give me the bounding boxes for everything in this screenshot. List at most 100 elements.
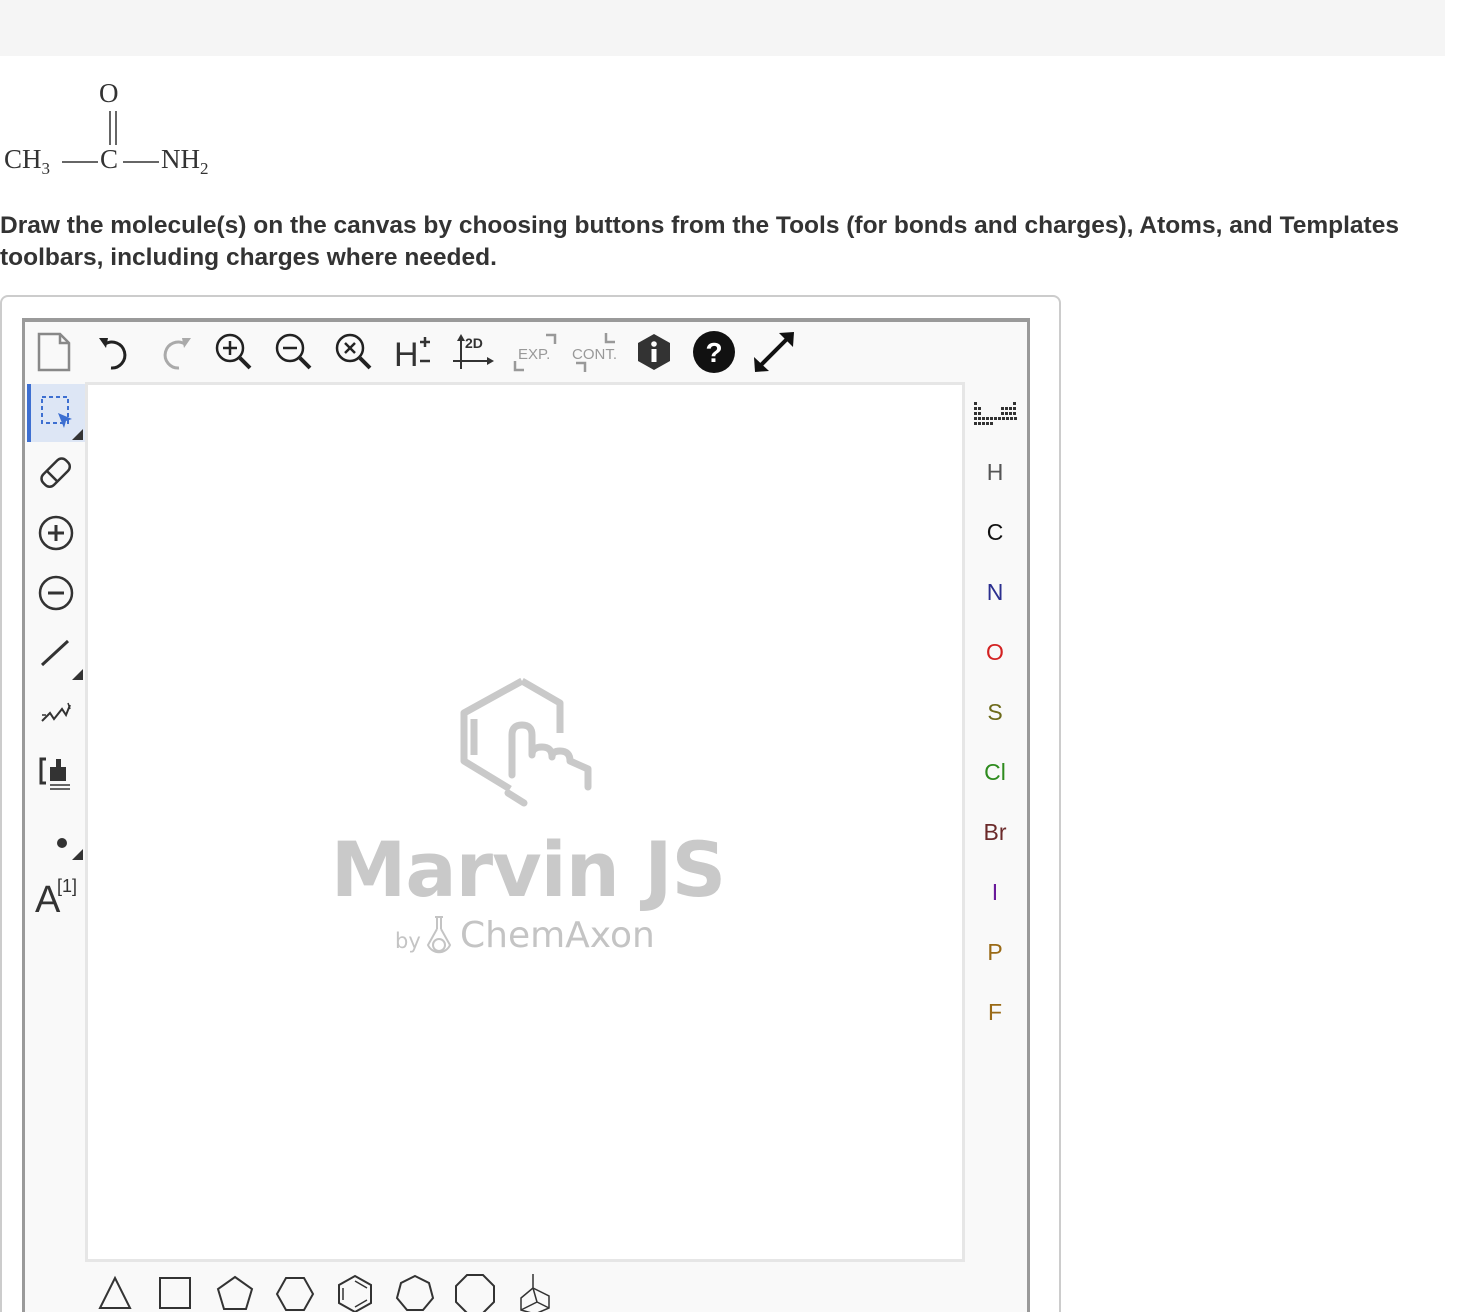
square-icon — [159, 1277, 191, 1309]
watermark-by: by — [395, 929, 421, 953]
svg-text:2D: 2D — [465, 335, 483, 351]
bracket-icon — [39, 757, 70, 790]
zoom-in-button[interactable] — [210, 328, 258, 376]
question-structure: O CH3 C NH2 — [4, 78, 244, 188]
periodic-table-button[interactable] — [966, 384, 1024, 440]
tools-toolbar: A [1] — [25, 382, 87, 942]
clean-2d-button[interactable]: 2D — [450, 328, 498, 376]
svg-text:?: ? — [705, 337, 722, 368]
template-triangle-button[interactable] — [93, 1272, 137, 1312]
redo-button[interactable] — [151, 328, 199, 376]
watermark-company: ChemAxon — [460, 915, 655, 956]
submenu-indicator — [72, 669, 83, 680]
atom-button-p[interactable]: P — [966, 924, 1024, 980]
zoom-out-icon — [275, 333, 312, 370]
help-button[interactable]: ? — [690, 328, 738, 376]
octagon-icon — [455, 1274, 495, 1312]
atom-button-c[interactable]: C — [966, 504, 1024, 560]
instructions-text: Draw the molecule(s) on the canvas by ch… — [0, 212, 1399, 271]
atom-button-h[interactable]: H — [966, 444, 1024, 500]
atom-button-o[interactable]: O — [966, 624, 1024, 680]
template-square-button[interactable] — [153, 1272, 197, 1312]
expand-icon: EXP. — [513, 333, 557, 372]
rectangle-select-icon — [41, 396, 72, 428]
oxygen-label: O — [99, 78, 119, 108]
benzene-icon — [338, 1274, 372, 1312]
single-bond-left — [62, 161, 98, 163]
periodic-table-icon — [974, 402, 1017, 425]
redo-icon — [163, 338, 191, 370]
double-bond-icon — [109, 111, 117, 145]
template-pentagon-button[interactable] — [213, 1272, 257, 1312]
submenu-indicator — [72, 429, 83, 440]
bracket-tool-button[interactable] — [27, 744, 85, 802]
template-hexagon-button[interactable] — [273, 1272, 317, 1312]
flask-icon — [426, 916, 452, 954]
dot-icon — [57, 838, 67, 848]
atom-button-br[interactable]: Br — [966, 804, 1024, 860]
svg-text:H: H — [394, 336, 419, 374]
hexagon-icon — [275, 1277, 315, 1311]
atom-button-cl[interactable]: Cl — [966, 744, 1024, 800]
minus-charge-icon — [38, 575, 74, 611]
zoom-out-button[interactable] — [270, 328, 318, 376]
top-toolbar: H 2D EXP. CONT. ? — [25, 322, 1027, 382]
fullscreen-icon — [754, 332, 794, 372]
info-icon — [638, 334, 670, 370]
heptagon-icon — [395, 1274, 435, 1311]
atom-button-s[interactable]: S — [966, 684, 1024, 740]
negative-charge-button[interactable] — [27, 564, 85, 622]
erase-tool-button[interactable] — [27, 444, 85, 502]
atom-button-f[interactable]: F — [966, 984, 1024, 1040]
atoms-toolbar: H C N O S Cl Br I P F — [966, 382, 1024, 1062]
contract-button[interactable]: CONT. — [570, 328, 618, 376]
positive-charge-button[interactable] — [27, 504, 85, 562]
plus-charge-icon — [38, 515, 74, 551]
atom-button-i[interactable]: I — [966, 864, 1024, 920]
atom-button-n[interactable]: N — [966, 564, 1024, 620]
svg-text:[1]: [1] — [57, 876, 77, 896]
submenu-indicator — [72, 849, 83, 860]
single-bond-right — [123, 161, 159, 163]
marvin-logo-icon — [460, 677, 592, 807]
undo-icon — [99, 338, 127, 370]
hydrogen-icon: H — [394, 336, 430, 374]
fullscreen-button[interactable] — [750, 328, 798, 376]
template-octagon-button[interactable] — [453, 1272, 497, 1312]
select-tool-button[interactable] — [27, 384, 85, 442]
top-banner — [0, 0, 1445, 56]
svg-text:CONT.: CONT. — [572, 346, 617, 363]
template-heptagon-button[interactable] — [393, 1272, 437, 1312]
svg-text:EXP.: EXP. — [518, 346, 550, 363]
eraser-icon — [40, 457, 72, 489]
drawing-canvas[interactable]: Marvin JS by ChemAxon — [85, 382, 965, 1262]
single-bond-icon — [40, 639, 70, 667]
clean-2d-icon: 2D — [453, 334, 494, 369]
zoom-reset-button[interactable] — [330, 328, 378, 376]
carbon-label: C — [100, 144, 119, 174]
contract-icon: CONT. — [572, 333, 617, 372]
templates-toolbar — [85, 1264, 965, 1312]
chain-tool-button[interactable] — [27, 684, 85, 742]
document-icon — [37, 332, 71, 372]
help-icon: ? — [693, 331, 735, 373]
bicyclic-icon — [520, 1274, 550, 1312]
expand-button[interactable]: EXP. — [510, 328, 558, 376]
single-bond-button[interactable] — [27, 624, 85, 682]
chain-icon — [41, 702, 71, 722]
template-bicyclic-button[interactable] — [513, 1272, 557, 1312]
pentagon-icon — [216, 1275, 254, 1310]
undo-button[interactable] — [91, 328, 139, 376]
atom-map-icon: A [1] — [35, 876, 77, 916]
zoom-reset-icon — [335, 333, 372, 370]
info-button[interactable] — [630, 328, 678, 376]
ch3-group: CH3 — [4, 144, 51, 178]
watermark-title: Marvin JS — [330, 825, 727, 914]
new-document-button[interactable] — [30, 328, 78, 376]
radical-tool-button[interactable] — [27, 804, 85, 862]
triangle-icon — [98, 1275, 132, 1309]
atom-map-button[interactable]: A [1] — [27, 864, 85, 922]
template-benzene-button[interactable] — [333, 1272, 377, 1312]
zoom-in-icon — [215, 333, 252, 370]
hydrogens-button[interactable]: H — [390, 328, 438, 376]
